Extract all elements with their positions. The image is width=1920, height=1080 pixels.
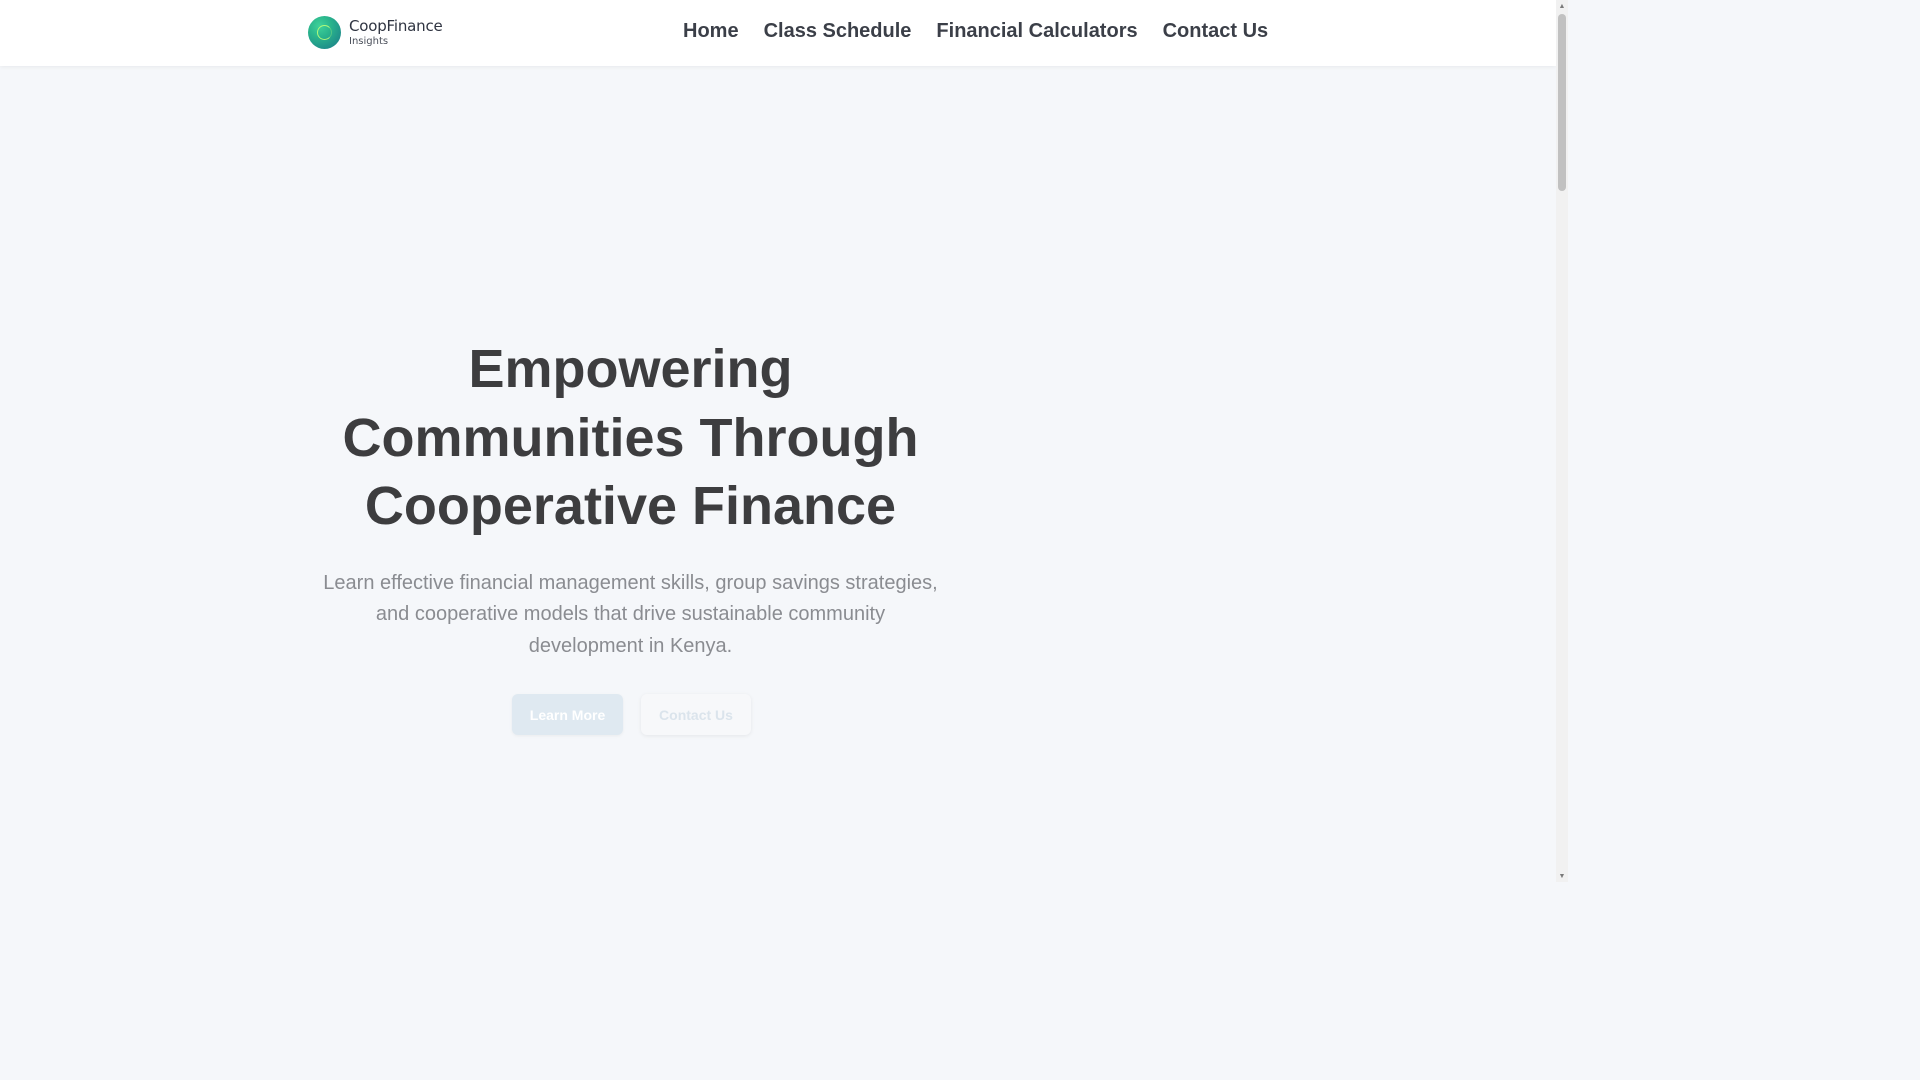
brand-text: CoopFinance Insights	[349, 16, 443, 47]
nav-item-contact-us[interactable]: Contact Us	[1163, 19, 1269, 43]
scrollbar-thumb[interactable]	[1558, 14, 1566, 191]
page: CoopFinance Insights Home Class Schedule…	[0, 0, 1556, 882]
hero-title-line-1: Empowering	[468, 339, 793, 399]
main-nav: Home Class Schedule Financial Calculator…	[683, 19, 1268, 43]
nav-item-class-schedule[interactable]: Class Schedule	[764, 19, 912, 43]
hero-title-line-3: Cooperative Finance	[364, 476, 897, 536]
circular-gradient-logo-icon	[308, 16, 341, 49]
hero-subtitle: Learn effective financial management ski…	[323, 571, 938, 657]
learn-more-button[interactable]: Learn More	[512, 694, 623, 735]
nav-item-financial-calculators[interactable]: Financial Calculators	[936, 19, 1137, 43]
nav-item-home[interactable]: Home	[683, 19, 739, 43]
hero-section: Empowering Communities Through Cooperati…	[320, 335, 941, 662]
brand-tagline: Insights	[349, 35, 389, 47]
brand-name: CoopFinance	[349, 16, 443, 35]
scroll-down-arrow-icon[interactable]: ▼	[1556, 870, 1568, 882]
scroll-up-arrow-icon[interactable]: ▲	[1556, 0, 1568, 12]
hero-title: Empowering Communities Through Cooperati…	[320, 335, 941, 541]
contact-us-button[interactable]: Contact Us	[641, 694, 751, 735]
site-header: CoopFinance Insights Home Class Schedule…	[0, 0, 1556, 66]
vertical-scrollbar[interactable]: ▲ ▼	[1556, 0, 1568, 882]
hero-title-line-2: Communities Through	[342, 407, 919, 468]
brand-logo-link[interactable]: CoopFinance Insights	[308, 16, 443, 49]
hero-actions: Learn More Contact Us	[512, 694, 751, 735]
